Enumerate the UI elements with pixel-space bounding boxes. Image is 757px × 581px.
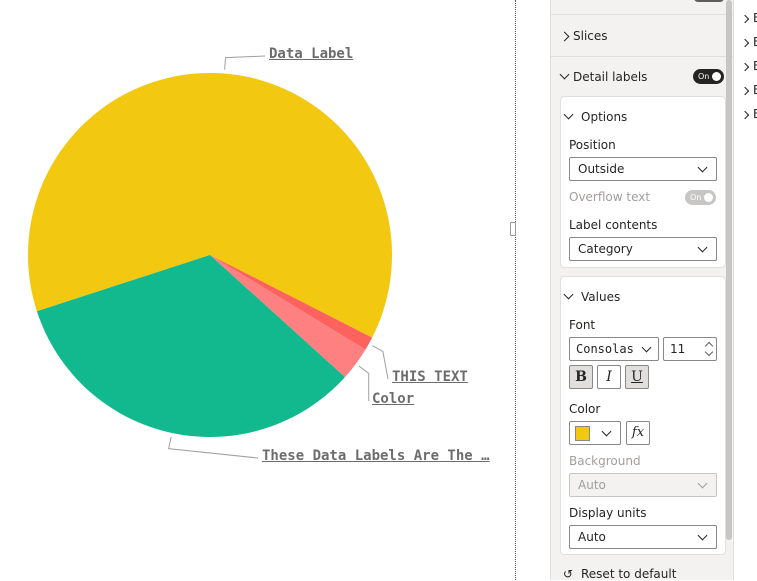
reset-label: Reset to default: [581, 567, 677, 581]
bold-button[interactable]: B: [569, 365, 593, 389]
section-toggle[interactable]: [694, 0, 724, 2]
leader-line: [224, 55, 266, 70]
color-label: Color: [569, 402, 601, 416]
chevron-right-icon: [551, 29, 573, 43]
font-family-dropdown[interactable]: Consolas: [569, 337, 659, 361]
position-dropdown[interactable]: Outside: [569, 157, 717, 181]
field-table-name: E: [753, 59, 757, 73]
report-canvas[interactable]: Data Label THIS TEXT Color These Data La…: [0, 0, 515, 580]
background-dropdown: Auto: [569, 473, 717, 497]
options-title: Options: [581, 110, 628, 124]
field-table-name: E: [753, 107, 757, 121]
data-label: THIS TEXT: [392, 369, 468, 385]
field-table-item[interactable]: E: [742, 59, 757, 73]
reset-icon: ↺: [563, 567, 574, 581]
position-label: Position: [569, 138, 616, 152]
leader-line: [358, 365, 370, 401]
fields-pane: E E E E E: [733, 0, 757, 580]
chevron-right-icon: [742, 35, 750, 49]
chevron-right-icon: [742, 11, 750, 25]
display-units-value: Auto: [578, 530, 606, 544]
italic-button[interactable]: I: [597, 365, 621, 389]
options-header[interactable]: Options: [561, 107, 627, 127]
label-contents-value: Category: [578, 242, 633, 256]
detail-labels-toggle[interactable]: On: [693, 69, 724, 84]
display-units-dropdown[interactable]: Auto: [569, 525, 717, 549]
field-table-item[interactable]: E: [742, 35, 757, 49]
section-slices-label: Slices: [573, 29, 608, 43]
position-value: Outside: [578, 162, 625, 176]
display-units-label: Display units: [569, 506, 647, 520]
font-size-stepper[interactable]: 11: [663, 337, 717, 361]
chevron-down-icon: [697, 242, 708, 253]
chevron-down-icon: [641, 342, 652, 353]
collapsed-section: [551, 0, 734, 15]
chevron-down-icon: [551, 70, 573, 84]
data-label: Data Label: [269, 46, 354, 62]
label-contents-label: Label contents: [569, 218, 658, 232]
leader-line: [168, 436, 259, 459]
conditional-format-fx-button[interactable]: fx: [626, 421, 650, 445]
chevron-down-icon: [561, 290, 581, 304]
chevron-down-icon: [697, 478, 708, 489]
data-label: These Data Labels Are The …: [262, 448, 490, 464]
field-table-item[interactable]: E: [742, 83, 757, 97]
background-value: Auto: [578, 478, 606, 492]
chevron-down-icon: [697, 530, 708, 541]
overflow-text-label: Overflow text: [569, 190, 651, 204]
format-pane: Slices Detail labels On Options Position…: [550, 0, 734, 581]
chevron-right-icon: [742, 107, 750, 121]
font-family-value: Consolas: [576, 342, 634, 356]
leader-line: [372, 345, 389, 380]
pie-chart[interactable]: [0, 0, 515, 580]
data-label: Color: [372, 391, 415, 407]
pane-scrollbar[interactable]: [726, 0, 732, 540]
overflow-text-toggle[interactable]: On: [685, 190, 716, 205]
options-card: Options Position Outside Overflow text O…: [560, 96, 726, 268]
font-size-value: 11: [670, 342, 686, 356]
chevron-right-icon: [742, 83, 750, 97]
background-label: Background: [569, 454, 641, 468]
section-slices[interactable]: Slices: [551, 16, 734, 56]
chevron-right-icon: [742, 59, 750, 73]
field-table-item[interactable]: E: [742, 11, 757, 25]
label-contents-dropdown[interactable]: Category: [569, 237, 717, 261]
reset-to-default-button[interactable]: ↺ Reset to default: [563, 567, 676, 581]
underline-button[interactable]: U: [625, 365, 649, 389]
chevron-down-icon: [561, 110, 581, 124]
chevron-down-icon: [601, 426, 612, 437]
color-swatch: [575, 426, 590, 441]
field-table-name: E: [753, 11, 757, 25]
values-title: Values: [581, 290, 621, 304]
section-detail-labels-label: Detail labels: [573, 70, 648, 84]
pane-gap: [516, 0, 550, 580]
field-table-name: E: [753, 83, 757, 97]
field-table-name: E: [753, 35, 757, 49]
values-header[interactable]: Values: [561, 287, 620, 307]
chevron-down-icon[interactable]: [704, 347, 714, 357]
font-label: Font: [569, 318, 596, 332]
color-picker[interactable]: [569, 421, 621, 445]
field-table-item[interactable]: E: [742, 107, 757, 121]
chevron-down-icon: [697, 162, 708, 173]
values-card: Values Font Consolas 11 B I U Color fx B…: [560, 276, 726, 555]
